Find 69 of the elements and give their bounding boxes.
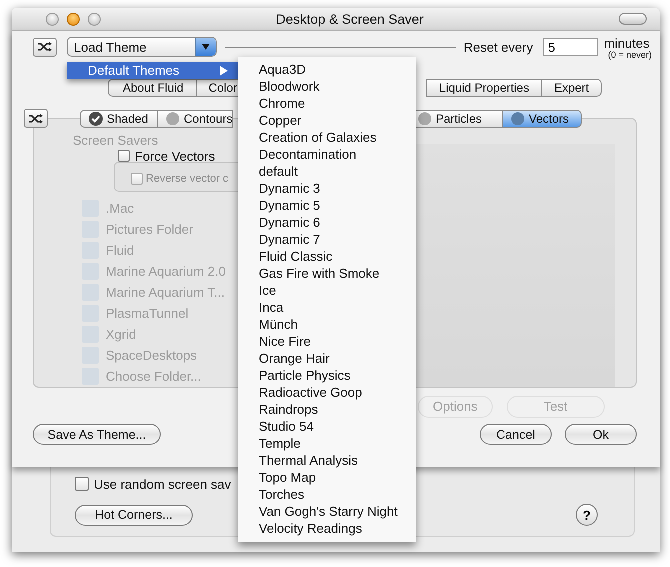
menu-item[interactable]: default: [238, 163, 416, 180]
window-title: Desktop & Screen Saver: [275, 12, 425, 26]
theme-popup[interactable]: Load Theme: [67, 37, 217, 57]
reset-label: Reset every: [464, 40, 534, 54]
menu-item[interactable]: Nice Fire: [238, 333, 416, 350]
menu-item[interactable]: Münch: [238, 316, 416, 333]
list-item: SpaceDesktops: [106, 348, 198, 363]
menu-item[interactable]: Temple: [238, 435, 416, 452]
segment-button[interactable]: Shaded: [80, 110, 158, 128]
submenu-arrow-icon: [220, 66, 228, 76]
shuffle-button[interactable]: [24, 109, 48, 128]
list-item: Xgrid: [106, 327, 136, 342]
menu-item[interactable]: Van Gogh's Starry Night: [238, 503, 416, 520]
shuffle-button[interactable]: [33, 38, 57, 56]
list-item: .Mac: [106, 201, 134, 216]
tab[interactable]: Liquid Properties: [426, 79, 542, 97]
menu-item[interactable]: Creation of Galaxies: [238, 129, 416, 146]
menu-item[interactable]: Particle Physics: [238, 367, 416, 384]
menu-item[interactable]: Decontamination: [238, 146, 416, 163]
unit-label: minutes: [604, 38, 651, 50]
menu-item[interactable]: Radioactive Goop: [238, 384, 416, 401]
list-header: Screen Savers: [73, 133, 158, 148]
menu-item[interactable]: Ice: [238, 282, 416, 299]
list-item: PlasmaTunnel: [106, 306, 189, 321]
menu-item[interactable]: Topo Map: [238, 469, 416, 486]
menu-item[interactable]: Inca: [238, 299, 416, 316]
tab[interactable]: Expert: [542, 79, 602, 97]
list-item: Fluid: [106, 243, 134, 258]
ok-button[interactable]: Ok: [565, 424, 637, 445]
random-saver-label: Use random screen sav: [94, 476, 232, 492]
window-zoom-button[interactable]: [88, 12, 101, 26]
menu-item[interactable]: Velocity Readings: [238, 520, 416, 537]
list-item: Choose Folder...: [106, 369, 202, 384]
segment-button[interactable]: Vectors: [503, 110, 582, 128]
dropdown-arrow-icon: [202, 44, 210, 50]
menu-item[interactable]: Dynamic 6: [238, 214, 416, 231]
checkbox[interactable]: [118, 150, 130, 162]
menu-item[interactable]: Dynamic 7: [238, 231, 416, 248]
menu-item[interactable]: Chrome: [238, 95, 416, 112]
menu-item[interactable]: Gas Fire with Smoke: [238, 265, 416, 282]
option-label: Force Vectors: [135, 148, 216, 164]
shuffle-icon: [29, 114, 43, 124]
menu-item[interactable]: Default Themes: [67, 62, 238, 79]
menu-item[interactable]: Aqua3D: [238, 61, 416, 78]
list-item: Pictures Folder: [106, 222, 194, 237]
unit-note: (0 = never): [607, 50, 652, 60]
menu-item[interactable]: Raindrops: [238, 401, 416, 418]
tab[interactable]: About Fluid: [108, 79, 197, 97]
list-item: Marine Aquarium T...: [106, 285, 225, 300]
menu-item[interactable]: Orange Hair: [238, 350, 416, 367]
option-label: Reverse vector c: [146, 173, 229, 185]
shuffle-icon: [38, 42, 52, 52]
save-theme-button[interactable]: Save As Theme...: [33, 424, 161, 445]
reset-interval-field[interactable]: 5: [543, 38, 598, 56]
menu-item[interactable]: Studio 54: [238, 418, 416, 435]
hot-corners-button[interactable]: Hot Corners...: [75, 504, 193, 526]
segment-button[interactable]: Contours: [158, 110, 233, 128]
menu-item[interactable]: Torches: [238, 486, 416, 503]
menu-item[interactable]: Thermal Analysis: [238, 452, 416, 469]
toolbar-toggle-button[interactable]: [619, 13, 647, 25]
window-close-button[interactable]: [46, 12, 59, 26]
cancel-button[interactable]: Cancel: [480, 424, 552, 445]
window-minimize-button[interactable]: [67, 12, 80, 26]
menu-item[interactable]: Dynamic 5: [238, 197, 416, 214]
menu-item[interactable]: Dynamic 3: [238, 180, 416, 197]
checkbox[interactable]: [75, 477, 89, 491]
menu-item[interactable]: Fluid Classic: [238, 248, 416, 265]
help-button[interactable]: ?: [576, 504, 598, 526]
list-item: Marine Aquarium 2.0: [106, 264, 226, 279]
